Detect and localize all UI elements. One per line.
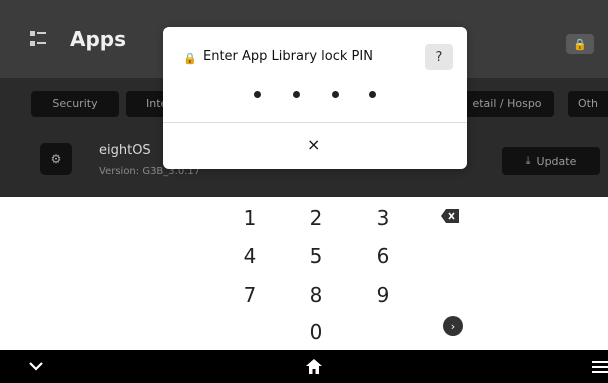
key-5[interactable]: 5: [301, 244, 331, 268]
update-button[interactable]: ⤓ Update: [502, 147, 600, 175]
category-chip-retail-hospo[interactable]: etail / Hospo: [460, 91, 554, 117]
key-3[interactable]: 3: [368, 206, 398, 230]
pin-dot: [254, 91, 261, 98]
gears-icon: ⚙: [40, 143, 72, 175]
dialog-title: Enter App Library lock PIN: [203, 49, 373, 64]
lock-icon: 🔒: [183, 52, 197, 65]
update-label: Update: [536, 154, 577, 168]
close-button[interactable]: ×: [307, 135, 320, 154]
menu-icon[interactable]: [592, 361, 608, 373]
key-6[interactable]: 6: [368, 244, 398, 268]
backspace-icon[interactable]: [441, 209, 459, 223]
pin-dot: [369, 91, 376, 98]
key-8[interactable]: 8: [301, 283, 331, 307]
category-chip-other[interactable]: Oth: [568, 91, 608, 117]
key-7[interactable]: 7: [235, 283, 265, 307]
chevron-down-icon[interactable]: [29, 362, 43, 371]
page-title: Apps: [70, 27, 127, 51]
lock-icon: 🔒: [573, 37, 587, 51]
help-button[interactable]: ?: [425, 44, 453, 70]
category-chip-security[interactable]: Security: [31, 91, 119, 117]
key-9[interactable]: 9: [368, 283, 398, 307]
key-2[interactable]: 2: [301, 206, 331, 230]
home-icon[interactable]: [306, 359, 322, 374]
pin-dot: [332, 91, 339, 98]
enter-arrow-icon[interactable]: ›: [443, 316, 463, 336]
pin-dialog: 🔒 Enter App Library lock PIN ? ×: [163, 27, 467, 169]
list-icon[interactable]: [30, 31, 46, 47]
bottom-nav-bar: [0, 350, 608, 383]
key-0[interactable]: 0: [301, 320, 331, 344]
lock-button[interactable]: 🔒: [566, 34, 594, 54]
key-1[interactable]: 1: [235, 206, 265, 230]
app-name: eightOS: [99, 143, 151, 158]
divider: [163, 122, 467, 123]
key-4[interactable]: 4: [235, 244, 265, 268]
pin-dot: [293, 91, 300, 98]
download-icon: ⤓: [525, 154, 531, 167]
